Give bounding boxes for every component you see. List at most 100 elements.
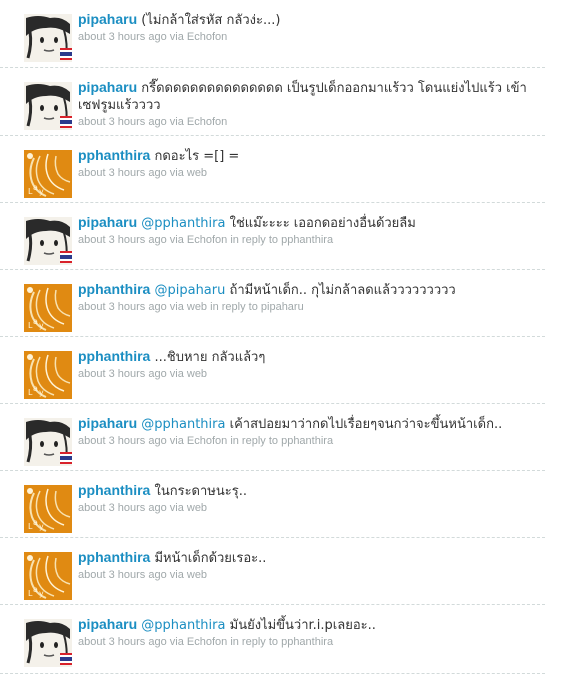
tweet: L a y pphanthira ในกระดาษนะรุ.. about 3 … [0, 471, 545, 538]
tweet-text: (ไม่กล้าใส่รหัส กลัวง่ะ...) [141, 13, 281, 28]
tweet-username[interactable]: pphanthira [78, 549, 150, 565]
tweet-username[interactable]: pipaharu [78, 214, 137, 230]
tweet-content: pipaharu @pphanthira ใช่แม๊ะะะะ เออกดอย่… [78, 214, 539, 247]
svg-text:a: a [33, 518, 38, 527]
tweet-username[interactable]: pipaharu [78, 11, 137, 27]
pphanthira-avatar[interactable]: L a y [24, 485, 72, 533]
tweet-time[interactable]: about 3 hours ago [78, 502, 167, 514]
pipaharu-avatar[interactable] [24, 14, 72, 62]
tweet: pipaharu กรี๊ดดดดดดดดดดดดดดด เป็นรูปเด็ก… [0, 68, 545, 136]
tweet-time[interactable]: about 3 hours ago [78, 31, 167, 43]
tweet-text: ถ้ามีหน้าเด็ก.. กุไม่กล้าลดแล้ววววววววว [229, 283, 456, 298]
reply-label: in reply to [230, 636, 279, 648]
tweet: L a y pphanthira มีหน้าเด็กด้วยเรอะ.. ab… [0, 538, 545, 605]
tweet: pipaharu @pphanthira เค้าสปอยมาว่ากดไปเร… [0, 404, 545, 471]
tweet-time[interactable]: about 3 hours ago [78, 301, 167, 313]
tweet-content: pipaharu @pphanthira มันยังไม่ขึ้นว่าr.i… [78, 616, 539, 649]
pipaharu-avatar[interactable] [24, 82, 72, 130]
tweet-username[interactable]: pphanthira [78, 348, 150, 364]
tweet-time[interactable]: about 3 hours ago [78, 116, 167, 128]
svg-text:y: y [39, 522, 44, 531]
tweet-username[interactable]: pipaharu [78, 616, 137, 632]
reply-label: in reply to [210, 301, 258, 313]
tweet-mention[interactable]: @pphanthira [141, 618, 225, 633]
tweet-source[interactable]: Echofon [187, 636, 227, 648]
pipaharu-avatar[interactable] [24, 418, 72, 466]
tweet-content: pphanthira @pipaharu ถ้ามีหน้าเด็ก.. กุไ… [78, 281, 539, 314]
pipaharu-avatar[interactable] [24, 217, 72, 265]
tweet-source[interactable]: Echofon [187, 435, 227, 447]
via-label: via [169, 234, 184, 246]
reply-to-link[interactable]: pipaharu [261, 301, 304, 313]
tweet-meta: about 3 hours ago via Echofon [78, 115, 539, 129]
via-label: via [169, 569, 184, 581]
svg-text:y: y [39, 589, 44, 598]
svg-text:a: a [33, 384, 38, 393]
pphanthira-avatar[interactable]: L a y [24, 284, 72, 332]
pphanthira-avatar[interactable]: L a y [24, 552, 72, 600]
tweet-source[interactable]: web [187, 569, 207, 581]
tweet: pipaharu (ไม่กล้าใส่รหัส กลัวง่ะ...) abo… [0, 0, 545, 68]
tweet-meta: about 3 hours ago via Echofon [78, 30, 539, 44]
tweet-username[interactable]: pipaharu [78, 415, 137, 431]
tweet: L a y pphanthira กดอะไร =[] = about 3 ho… [0, 136, 545, 203]
tweet-mention[interactable]: @pphanthira [141, 216, 225, 231]
tweet-meta: about 3 hours ago via web [78, 166, 539, 180]
tweet-source[interactable]: web [187, 301, 207, 313]
tweet-meta: about 3 hours ago via Echofon in reply t… [78, 233, 539, 247]
via-label: via [169, 31, 184, 43]
tweet-content: pphanthira กดอะไร =[] = about 3 hours ag… [78, 147, 539, 180]
reply-to-link[interactable]: pphanthira [281, 636, 333, 648]
via-label: via [169, 167, 184, 179]
tweet-mention[interactable]: @pphanthira [141, 417, 225, 432]
via-label: via [169, 435, 184, 447]
tweet-time[interactable]: about 3 hours ago [78, 569, 167, 581]
tweet-text: ใช่แม๊ะะะะ เออกดอย่างอื่นด้วยลืม [229, 216, 416, 231]
reply-label: in reply to [230, 435, 279, 447]
tweet-time[interactable]: about 3 hours ago [78, 368, 167, 380]
tweet: L a y pphanthira @pipaharu ถ้ามีหน้าเด็ก… [0, 270, 545, 337]
reply-to-link[interactable]: pphanthira [281, 435, 333, 447]
tweet-content: pphanthira ในกระดาษนะรุ.. about 3 hours … [78, 482, 539, 515]
tweet-text: มันยังไม่ขึ้นว่าr.i.pเลยอะ.. [229, 618, 376, 633]
tweet-time[interactable]: about 3 hours ago [78, 234, 167, 246]
tweet-text: ...ชิบหาย กลัวแล้วๆ [154, 350, 266, 365]
tweet-username[interactable]: pipaharu [78, 79, 137, 95]
tweet-username[interactable]: pphanthira [78, 482, 150, 498]
tweet: L a y pphanthira ...ชิบหาย กลัวแล้วๆ abo… [0, 337, 545, 404]
tweet-username[interactable]: pphanthira [78, 147, 150, 163]
tweet-source[interactable]: Echofon [187, 31, 227, 43]
svg-text:a: a [33, 183, 38, 192]
tweet-source[interactable]: Echofon [187, 116, 227, 128]
tweet: pipaharu @pphanthira มันยังไม่ขึ้นว่าr.i… [0, 605, 545, 674]
pphanthira-avatar[interactable]: L a y [24, 150, 72, 198]
tweet-mention[interactable]: @pipaharu [154, 283, 225, 298]
tweet-source[interactable]: web [187, 502, 207, 514]
reply-to-link[interactable]: pphanthira [281, 234, 333, 246]
pphanthira-avatar[interactable]: L a y [24, 351, 72, 399]
tweet-username[interactable]: pphanthira [78, 281, 150, 297]
svg-text:y: y [39, 388, 44, 397]
via-label: via [169, 368, 184, 380]
tweet-content: pipaharu (ไม่กล้าใส่รหัส กลัวง่ะ...) abo… [78, 11, 539, 44]
tweet-meta: about 3 hours ago via Echofon in reply t… [78, 434, 539, 448]
tweet-meta: about 3 hours ago via web in reply to pi… [78, 300, 539, 314]
pipaharu-avatar[interactable] [24, 619, 72, 667]
tweet-text: กดอะไร =[] = [154, 149, 240, 164]
tweet-text: กรี๊ดดดดดดดดดดดดดดด เป็นรูปเด็กออกมาแร้ว… [78, 81, 527, 113]
tweet-time[interactable]: about 3 hours ago [78, 636, 167, 648]
tweet-source[interactable]: web [187, 368, 207, 380]
tweet-source[interactable]: Echofon [187, 234, 227, 246]
tweet-source[interactable]: web [187, 167, 207, 179]
tweet-meta: about 3 hours ago via web [78, 568, 539, 582]
via-label: via [169, 502, 184, 514]
reply-label: in reply to [230, 234, 279, 246]
tweet-time[interactable]: about 3 hours ago [78, 435, 167, 447]
tweet-time[interactable]: about 3 hours ago [78, 167, 167, 179]
svg-text:y: y [39, 187, 44, 196]
tweet: pipaharu @pphanthira ใช่แม๊ะะะะ เออกดอย่… [0, 203, 545, 270]
svg-text:a: a [33, 317, 38, 326]
tweet-content: pipaharu @pphanthira เค้าสปอยมาว่ากดไปเร… [78, 415, 539, 448]
scrollbar-track[interactable] [545, 0, 564, 674]
tweet-meta: about 3 hours ago via web [78, 501, 539, 515]
